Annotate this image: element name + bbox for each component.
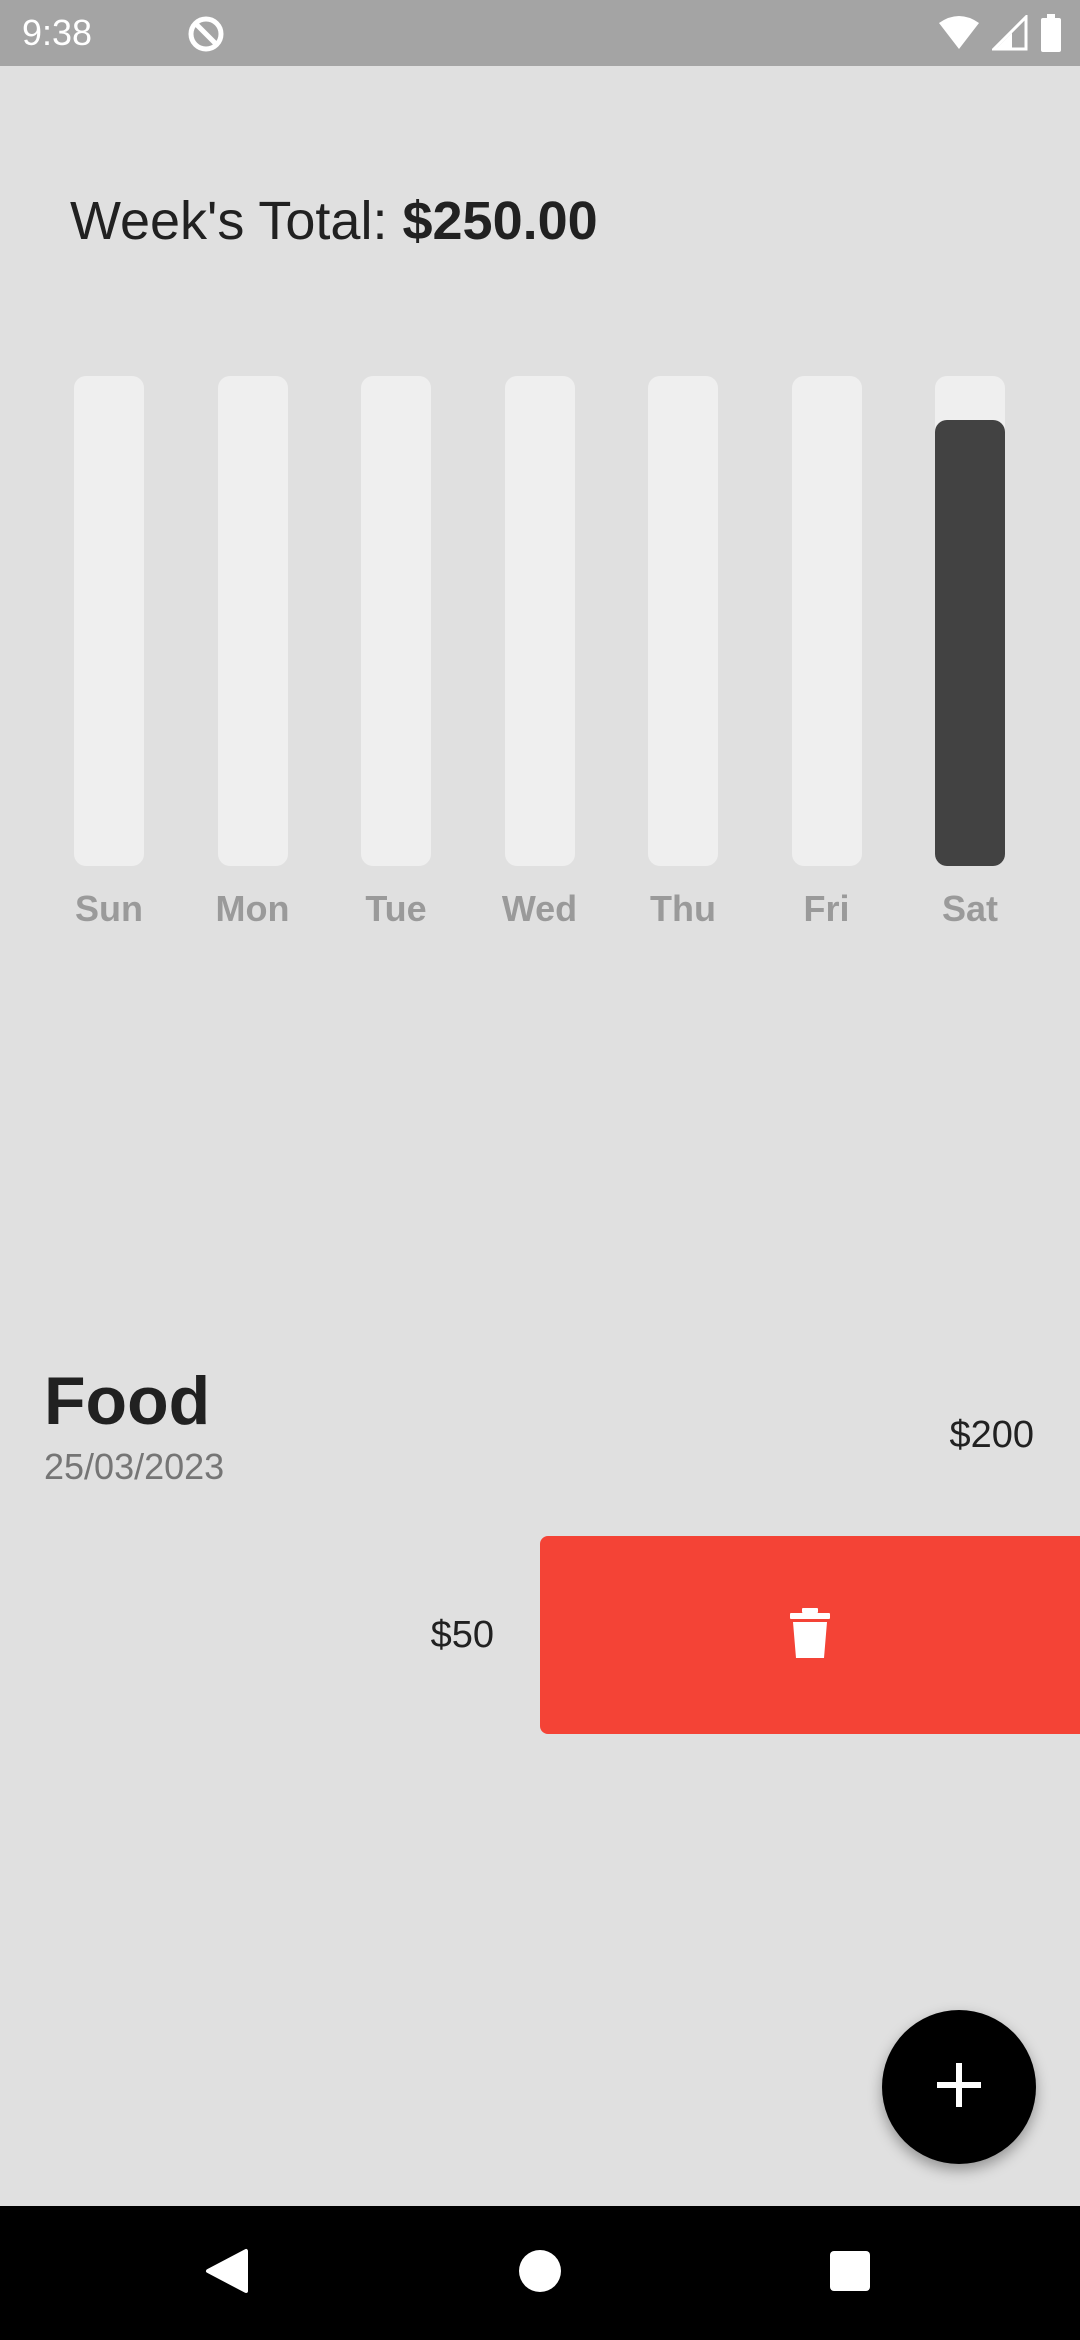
day-label-fri: Fri <box>803 888 850 929</box>
bar-track-wed <box>504 376 575 866</box>
weekly-spending-chart: Sun Mon Tue Wed Thu Fri Sat <box>0 0 1080 960</box>
bar-track-fri <box>791 376 862 866</box>
day-label-sun: Sun <box>75 888 143 929</box>
expense-amount: $50 <box>430 1614 494 1656</box>
add-expense-button[interactable] <box>882 2010 1036 2164</box>
day-label-wed: Wed <box>501 888 578 929</box>
expense-amount: $200 <box>949 1414 1034 1456</box>
delete-swipe-button[interactable] <box>540 1536 1080 1734</box>
nav-back-button[interactable] <box>166 2206 286 2340</box>
nav-home-button[interactable] <box>480 2206 600 2340</box>
back-icon <box>204 2247 248 2300</box>
bar-track-mon <box>217 376 288 866</box>
nav-recents-button[interactable] <box>790 2206 910 2340</box>
home-icon <box>518 2249 562 2298</box>
system-nav-bar <box>0 2206 1080 2340</box>
recents-icon <box>829 2250 871 2297</box>
bar-fill-sat <box>935 420 1005 866</box>
plus-icon <box>937 2062 981 2112</box>
expense-date: 25/03/2023 <box>44 1446 225 1487</box>
bar-track-tue <box>361 376 431 866</box>
bar-track-sun <box>74 376 144 866</box>
bar-track-thu <box>648 376 718 866</box>
day-label-tue: Tue <box>365 888 427 929</box>
day-label-thu: Thu <box>650 888 716 929</box>
day-label-mon: Mon <box>215 888 290 929</box>
day-label-sat: Sat <box>941 888 999 929</box>
trash-icon <box>790 1607 830 1663</box>
expense-title: Food <box>44 1363 211 1439</box>
bar-track-sat <box>935 376 1005 866</box>
